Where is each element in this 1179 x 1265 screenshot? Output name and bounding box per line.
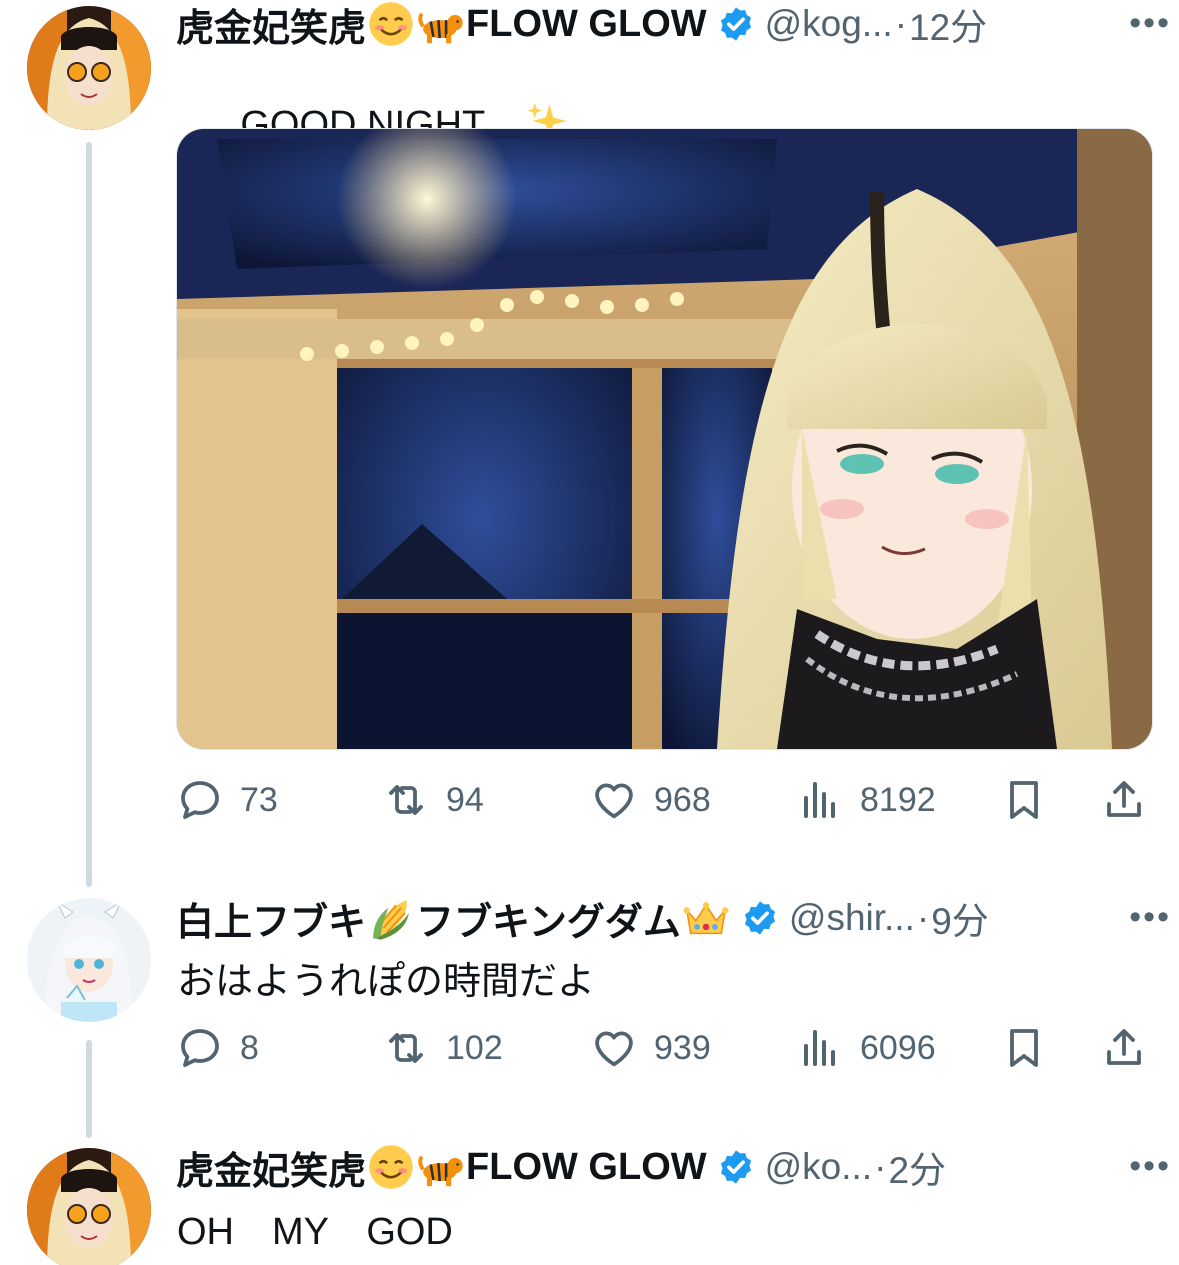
- reply-icon: [181, 1029, 219, 1067]
- timestamp[interactable]: 9分: [931, 894, 989, 942]
- tweet-header: 虎金妃笑虎 FLOW GL: [176, 0, 1149, 48]
- more-options-icon[interactable]: •••: [1129, 1147, 1171, 1186]
- anime-character-illustration: [177, 129, 1152, 749]
- more-options-icon[interactable]: •••: [1129, 4, 1171, 43]
- timeline: 虎金妃笑虎 FLOW GLOW @kog... · 12分 ••• GOOD N…: [0, 0, 1179, 1265]
- thread-line: [86, 142, 92, 887]
- retweet-count: 94: [446, 780, 484, 819]
- handle[interactable]: @ko...: [765, 1146, 872, 1188]
- bookmark-button[interactable]: [1000, 770, 1048, 830]
- bookmark-icon: [1010, 781, 1038, 819]
- reply-button[interactable]: 8: [176, 1018, 259, 1078]
- smiling-face-emoji-icon: [369, 2, 413, 46]
- display-name-tail: FLOW GLOW: [466, 2, 707, 45]
- reply-icon: [181, 781, 219, 819]
- like-button[interactable]: 939: [590, 1018, 711, 1078]
- tweet-text: おはようれぽの時間だよ: [177, 961, 596, 1003]
- tweet-header: 白上フブキ フブキングダム @shir... · 9分: [176, 894, 1149, 942]
- verified-badge-icon[interactable]: [741, 899, 779, 937]
- tweet-media-image[interactable]: [176, 128, 1153, 750]
- thread-line: [86, 1040, 92, 1138]
- share-icon: [1107, 781, 1141, 817]
- timestamp[interactable]: 12分: [909, 0, 987, 48]
- retweet-button[interactable]: 94: [382, 770, 484, 830]
- display-name-tail: FLOW GLOW: [466, 1145, 707, 1188]
- views-count: 6096: [860, 1028, 936, 1067]
- like-count: 939: [654, 1028, 711, 1067]
- retweet-icon: [389, 1033, 423, 1063]
- share-button[interactable]: [1100, 770, 1148, 830]
- avatar[interactable]: [27, 1148, 151, 1265]
- retweet-count: 102: [446, 1028, 503, 1067]
- verified-badge-icon[interactable]: [717, 1148, 755, 1186]
- reply-count: 73: [240, 780, 278, 819]
- avatar[interactable]: [27, 6, 151, 130]
- crown-emoji-icon: [683, 902, 729, 935]
- handle[interactable]: @shir...: [789, 897, 915, 939]
- heart-icon: [595, 1031, 633, 1067]
- views-button[interactable]: 6096: [796, 1018, 936, 1078]
- views-count: 8192: [860, 780, 936, 819]
- reply-count: 8: [240, 1028, 259, 1067]
- avatar-image: [27, 1148, 151, 1265]
- timestamp[interactable]: 2分: [888, 1143, 946, 1191]
- share-button[interactable]: [1100, 1018, 1148, 1078]
- tweet-header: 虎金妃笑虎 FLOW GL: [176, 1143, 1149, 1191]
- separator-dot: ·: [874, 1146, 887, 1187]
- bookmark-icon: [1010, 1029, 1038, 1067]
- tweet-actions: 73 94 968 8192: [176, 770, 1151, 830]
- display-name[interactable]: 虎金妃笑虎 FLOW GLOW: [176, 0, 707, 48]
- avatar[interactable]: [27, 898, 151, 1022]
- smiling-face-emoji-icon: [369, 1145, 413, 1189]
- handle[interactable]: @kog...: [765, 3, 893, 45]
- display-name[interactable]: 白上フブキ フブキングダム: [176, 894, 731, 942]
- more-options-icon[interactable]: •••: [1129, 898, 1171, 937]
- views-button[interactable]: 8192: [796, 770, 936, 830]
- tiger-emoji-icon: [418, 12, 463, 44]
- separator-dot: ·: [894, 3, 908, 44]
- separator-dot: ·: [916, 897, 930, 938]
- bookmark-button[interactable]: [1000, 1018, 1048, 1078]
- tweet-actions: 8 102 939 6096: [176, 1018, 1151, 1078]
- corn-emoji-icon: [373, 900, 409, 940]
- avatar-image: [27, 6, 151, 130]
- like-button[interactable]: 968: [590, 770, 711, 830]
- tweet-text: OH MY GOD: [177, 1211, 453, 1253]
- share-icon: [1107, 1029, 1141, 1065]
- like-count: 968: [654, 780, 711, 819]
- tiger-emoji-icon: [418, 1155, 463, 1187]
- retweet-button[interactable]: 102: [382, 1018, 503, 1078]
- reply-button[interactable]: 73: [176, 770, 278, 830]
- display-name[interactable]: 虎金妃笑虎 FLOW GLOW: [176, 1143, 707, 1191]
- views-chart-icon: [804, 1030, 835, 1066]
- views-chart-icon: [804, 782, 835, 818]
- display-name-tail: フブキングダム: [416, 901, 681, 943]
- heart-icon: [595, 783, 633, 819]
- display-name-main: 虎金妃笑虎: [176, 1150, 367, 1192]
- verified-badge-icon[interactable]: [717, 5, 755, 43]
- avatar-image: [27, 898, 151, 1022]
- display-name-main: 虎金妃笑虎: [176, 7, 367, 49]
- retweet-icon: [389, 785, 423, 815]
- display-name-main: 白上フブキ: [176, 901, 367, 943]
